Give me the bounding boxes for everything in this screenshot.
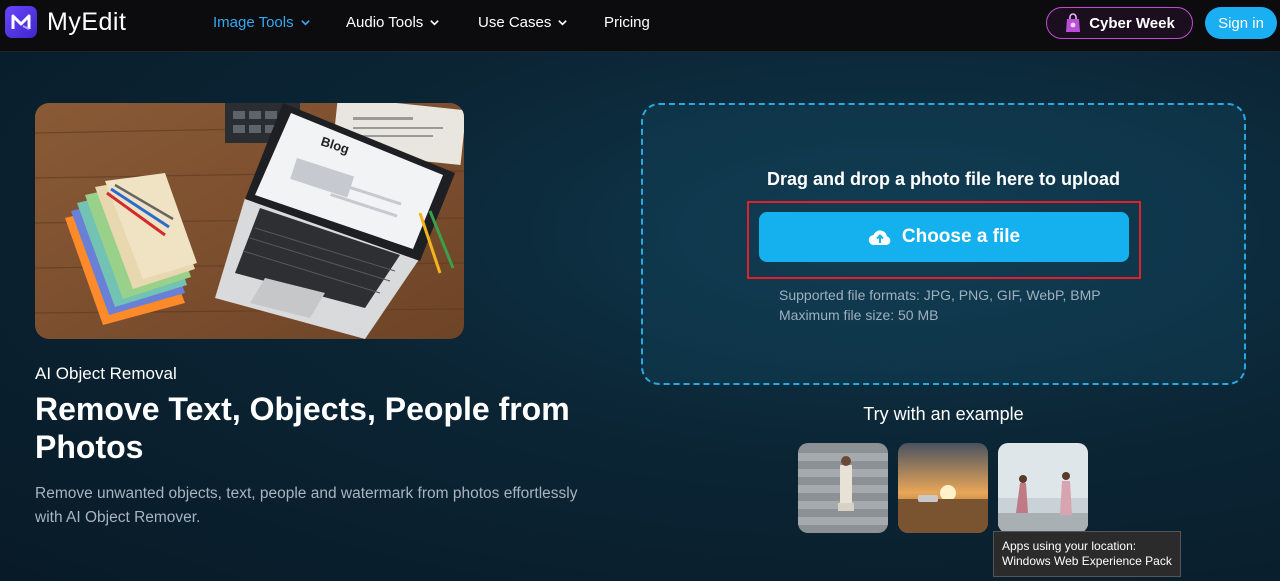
choose-file-button[interactable]: Choose a file (759, 212, 1129, 262)
brand-logo[interactable]: MyEdit (5, 6, 126, 38)
sign-in-button[interactable]: Sign in (1205, 7, 1277, 39)
example-thumbnail-beach[interactable] (998, 443, 1088, 533)
upload-dropzone[interactable]: Drag and drop a photo file here to uploa… (641, 103, 1246, 385)
brand-name: MyEdit (47, 7, 127, 36)
upload-info: Supported file formats: JPG, PNG, GIF, W… (779, 285, 1101, 325)
cloud-upload-icon (868, 230, 891, 246)
example-thumbnail-sunset[interactable] (898, 443, 988, 533)
supported-formats: Supported file formats: JPG, PNG, GIF, W… (779, 287, 1101, 303)
location-tooltip: Apps using your location: Windows Web Ex… (993, 531, 1181, 577)
max-file-size: Maximum file size: 50 MB (779, 307, 939, 323)
example-thumbnail-stairs[interactable] (798, 443, 888, 533)
nav-use-cases[interactable]: Use Cases (478, 14, 568, 31)
examples-title: Try with an example (863, 404, 1024, 424)
top-navbar: MyEdit Image Tools Audio Tools Use Cases… (0, 0, 1280, 52)
chevron-down-icon (430, 20, 440, 26)
nav-image-tools[interactable]: Image Tools (213, 14, 311, 31)
upload-title: Drag and drop a photo file here to uploa… (766, 169, 1120, 189)
nav-pricing[interactable]: Pricing (604, 14, 650, 31)
cyber-week-button[interactable]: Cyber Week (1046, 7, 1193, 39)
page-title: Remove Text, Objects, People from Photos (35, 391, 570, 465)
nav-audio-tools[interactable]: Audio Tools (346, 14, 440, 31)
shopping-bag-icon (1066, 13, 1081, 32)
chevron-down-icon (300, 20, 310, 26)
myedit-logo-icon (5, 6, 37, 38)
hero-description: Remove unwanted objects, text, people an… (35, 485, 578, 526)
hero-eyebrow: AI Object Removal (35, 364, 177, 383)
hero-image: Blog (35, 103, 464, 339)
chevron-down-icon (558, 20, 568, 26)
